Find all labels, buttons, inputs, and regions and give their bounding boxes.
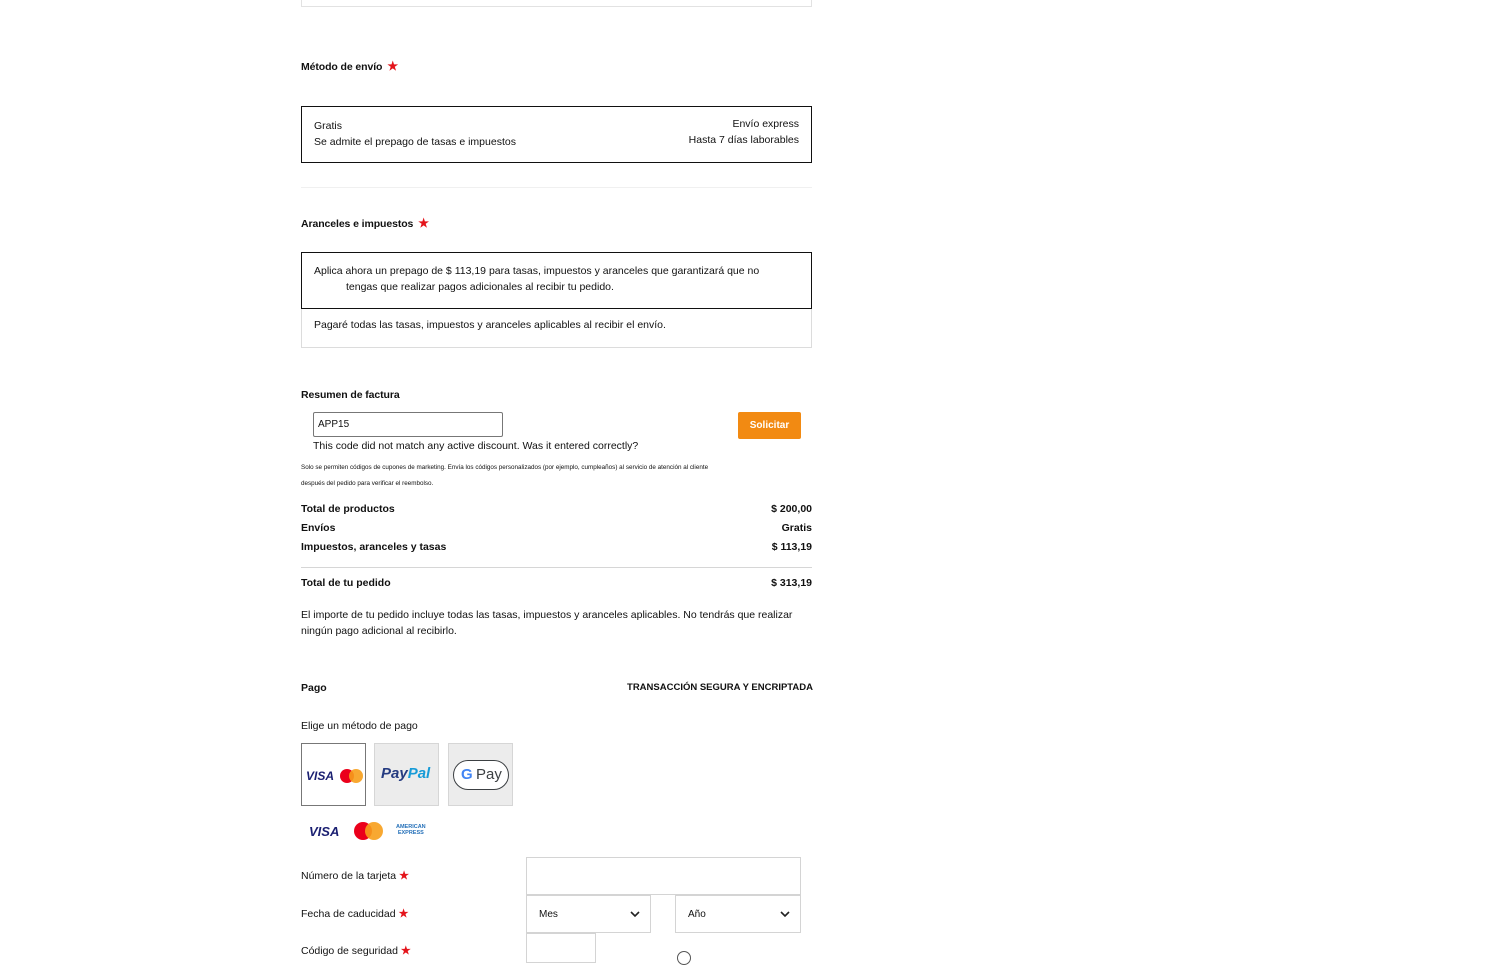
shipping-option-type: Envío express bbox=[732, 118, 799, 130]
shipping-option-desc: Se admite el prepago de tasas e impuesto… bbox=[314, 136, 516, 148]
total-included-line1: El importe de tu pedido incluye todas la… bbox=[301, 609, 793, 621]
duties-option-prepay[interactable]: Aplica ahora un prepago de $ 113,19 para… bbox=[301, 252, 812, 309]
summary-row-products: Total de productos $ 200,00 bbox=[301, 503, 812, 515]
expiry-label: Fecha de caducidad ★ bbox=[301, 908, 409, 920]
shipping-option-name: Gratis bbox=[314, 120, 343, 132]
expiry-month-value: Mes bbox=[539, 909, 558, 920]
total-included-note: El importe de tu pedido incluye todas la… bbox=[301, 607, 812, 639]
google-pay-logo-icon: G Pay bbox=[453, 760, 509, 790]
shipping-title: Método de envío ★ bbox=[301, 59, 398, 73]
shipping-option[interactable]: Gratis Se admite el prepago de tasas e i… bbox=[301, 106, 812, 163]
cvv-label: Código de seguridad ★ bbox=[301, 945, 411, 957]
duties-title: Aranceles e impuestos ★ bbox=[301, 216, 429, 230]
total-included-line2: ningún pago adicional al recibirlo. bbox=[301, 625, 457, 637]
duties-option-prepay-line2: tengas que realizar pagos adicionales al… bbox=[346, 281, 614, 293]
required-star-icon: ★ bbox=[418, 216, 429, 230]
total-divider bbox=[301, 567, 812, 568]
required-star-icon: ★ bbox=[399, 870, 410, 882]
coupon-note-line1: Solo se permiten códigos de cupones de m… bbox=[301, 464, 709, 471]
summary-row-value: Gratis bbox=[781, 522, 812, 534]
summary-total-label: Total de tu pedido bbox=[301, 577, 391, 589]
summary-total-value: $ 313,19 bbox=[771, 577, 812, 589]
chevron-down-icon bbox=[630, 911, 640, 918]
expiry-month-select[interactable]: Mes bbox=[526, 895, 651, 933]
duties-option-pay-on-delivery-text: Pagaré todas las tasas, impuestos y aran… bbox=[314, 319, 666, 331]
card-number-label: Número de la tarjeta ★ bbox=[301, 870, 410, 882]
shipping-option-right: Envío express Hasta 7 días laborables bbox=[689, 118, 799, 146]
summary-row-value: $ 200,00 bbox=[771, 503, 812, 515]
summary-row-label: Envíos bbox=[301, 522, 336, 534]
visa-icon: VISA bbox=[309, 824, 340, 839]
coupon-note-line2: después del pedido para verificar el ree… bbox=[301, 480, 434, 487]
shipping-option-left: Gratis Se admite el prepago de tasas e i… bbox=[314, 118, 516, 150]
chevron-down-icon bbox=[780, 911, 790, 918]
duties-title-text: Aranceles e impuestos bbox=[301, 218, 414, 230]
coupon-note: Solo se permiten códigos de cupones de m… bbox=[301, 460, 806, 492]
choose-payment-label: Elige un método de pago bbox=[301, 720, 418, 732]
card-number-input[interactable] bbox=[526, 857, 801, 895]
summary-row-value: $ 113,19 bbox=[771, 541, 812, 553]
accepted-cards: VISA AMERICAN EXPRESS bbox=[309, 818, 449, 844]
summary-title: Resumen de factura bbox=[301, 389, 400, 401]
expiry-year-value: Año bbox=[688, 909, 706, 920]
payment-method-google-pay[interactable]: G Pay bbox=[448, 743, 513, 806]
mastercard-logo-icon bbox=[340, 768, 364, 784]
amex-icon: AMERICAN EXPRESS bbox=[396, 824, 426, 836]
visa-logo-icon: VISA bbox=[306, 769, 335, 783]
google-g-icon: G bbox=[461, 766, 473, 783]
coupon-input[interactable] bbox=[313, 412, 503, 437]
mastercard-icon bbox=[354, 822, 384, 840]
secure-transaction-label: TRANSACCIÓN SEGURA Y ENCRIPTADA bbox=[627, 682, 813, 693]
paypal-logo-icon: PayPal bbox=[381, 765, 431, 782]
cvv-input[interactable] bbox=[526, 933, 596, 963]
summary-row-label: Total de productos bbox=[301, 503, 395, 515]
coupon-error-message: This code did not match any active disco… bbox=[313, 440, 639, 452]
summary-row-label: Impuestos, aranceles y tasas bbox=[301, 541, 447, 553]
payment-method-card[interactable]: VISA bbox=[301, 743, 366, 806]
section-divider bbox=[301, 187, 812, 188]
previous-field-box[interactable] bbox=[301, 0, 812, 7]
info-icon[interactable] bbox=[677, 951, 691, 965]
shipping-title-text: Método de envío bbox=[301, 61, 383, 73]
summary-total-row: Total de tu pedido $ 313,19 bbox=[301, 577, 812, 589]
duties-option-prepay-line1: Aplica ahora un prepago de $ 113,19 para… bbox=[314, 265, 760, 277]
required-star-icon: ★ bbox=[398, 908, 409, 920]
checkout-column: Método de envío ★ Gratis Se admite el pre… bbox=[301, 0, 813, 965]
summary-row-shipping: Envíos Gratis bbox=[301, 522, 812, 534]
expiry-year-select[interactable]: Año bbox=[675, 895, 801, 933]
apply-coupon-button[interactable]: Solicitar bbox=[738, 412, 801, 439]
duties-option-prepay-text: Aplica ahora un prepago de $ 113,19 para… bbox=[314, 263, 784, 295]
payment-method-paypal[interactable]: PayPal bbox=[374, 743, 439, 806]
required-star-icon: ★ bbox=[400, 945, 411, 957]
duties-option-pay-on-delivery[interactable]: Pagaré todas las tasas, impuestos y aran… bbox=[301, 309, 812, 348]
google-pay-text: Pay bbox=[476, 766, 502, 783]
required-star-icon: ★ bbox=[387, 59, 399, 73]
summary-row-taxes: Impuestos, aranceles y tasas $ 113,19 bbox=[301, 541, 812, 553]
payment-title: Pago bbox=[301, 682, 327, 694]
shipping-option-time: Hasta 7 días laborables bbox=[688, 134, 799, 146]
